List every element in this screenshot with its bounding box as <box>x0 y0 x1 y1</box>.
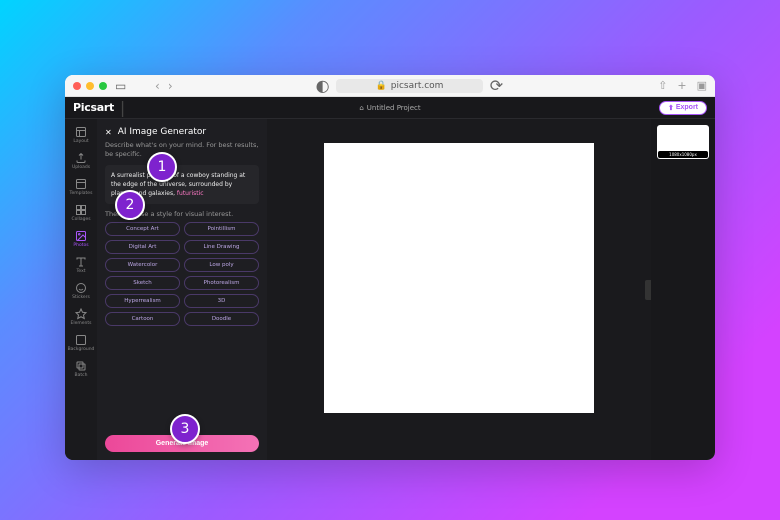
style-low-poly[interactable]: Low poly <box>184 258 259 272</box>
panel-title: AI Image Generator <box>118 127 206 137</box>
style-hyperrealism[interactable]: Hyperrealism <box>105 294 180 308</box>
export-icon: ⬆ <box>668 104 674 112</box>
styles-grid: Concept Art Pointillism Digital Art Line… <box>105 222 259 326</box>
nav-templates[interactable]: Templates <box>67 175 95 199</box>
style-line-drawing[interactable]: Line Drawing <box>184 240 259 254</box>
export-button[interactable]: ⬆ Export <box>659 101 707 115</box>
url-bar[interactable]: 🔒 picsart.com <box>336 79 484 93</box>
nav-text[interactable]: Text <box>67 253 95 277</box>
close-window-button[interactable] <box>73 82 81 90</box>
nav-elements[interactable]: Elements <box>67 305 95 329</box>
preview-rail <box>651 119 715 460</box>
panel-subtitle: Describe what's on your mind. For best r… <box>105 141 259 159</box>
url-text: picsart.com <box>391 81 444 91</box>
artboard-thumbnail[interactable] <box>657 125 709 159</box>
right-expand-handle[interactable] <box>645 280 651 300</box>
ai-generator-panel: ✕ AI Image Generator Describe what's on … <box>97 119 267 460</box>
close-panel-icon[interactable]: ✕ <box>105 128 112 137</box>
share-icon[interactable]: ⇧ <box>658 79 667 92</box>
style-watercolor[interactable]: Watercolor <box>105 258 180 272</box>
browser-titlebar: ▭ ‹ › ◐ 🔒 picsart.com ⟳ ⇧ + ▣ <box>65 75 715 97</box>
minimize-window-button[interactable] <box>86 82 94 90</box>
nav-batch[interactable]: Batch <box>67 357 95 381</box>
annotation-2: 2 <box>115 190 145 220</box>
style-photorealism[interactable]: Photorealism <box>184 276 259 290</box>
project-title[interactable]: ⌂ Untitled Project <box>359 104 420 112</box>
nav-uploads[interactable]: Uploads <box>67 149 95 173</box>
style-3d[interactable]: 3D <box>184 294 259 308</box>
new-tab-icon[interactable]: + <box>677 79 686 92</box>
nav-stickers[interactable]: Stickers <box>67 279 95 303</box>
canvas-area <box>267 119 651 460</box>
annotation-1: 1 <box>147 152 177 182</box>
nav-background[interactable]: Background <box>67 331 95 355</box>
nav-back-icon[interactable]: ‹ <box>155 79 160 93</box>
maximize-window-button[interactable] <box>99 82 107 90</box>
nav-forward-icon[interactable]: › <box>168 79 173 93</box>
style-concept-art[interactable]: Concept Art <box>105 222 180 236</box>
sidebar-toggle-icon[interactable]: ▭ <box>115 79 126 93</box>
home-icon: ⌂ <box>359 104 363 112</box>
tabs-icon[interactable]: ▣ <box>697 79 707 92</box>
logo[interactable]: Picsart <box>73 101 114 114</box>
refresh-icon[interactable]: ⟳ <box>489 79 503 93</box>
annotation-3: 3 <box>170 414 200 444</box>
style-sketch[interactable]: Sketch <box>105 276 180 290</box>
style-digital-art[interactable]: Digital Art <box>105 240 180 254</box>
nav-photos[interactable]: Photos <box>67 227 95 251</box>
canvas[interactable] <box>324 143 594 413</box>
app-bar: Picsart | ⌂ Untitled Project ⬆ Export <box>65 97 715 119</box>
nav-collages[interactable]: Collages <box>67 201 95 225</box>
browser-window: ▭ ‹ › ◐ 🔒 picsart.com ⟳ ⇧ + ▣ Picsart | <box>65 75 715 460</box>
shield-icon[interactable]: ◐ <box>316 79 330 93</box>
style-pointillism[interactable]: Pointillism <box>184 222 259 236</box>
style-cartoon[interactable]: Cartoon <box>105 312 180 326</box>
lock-icon: 🔒 <box>376 81 387 91</box>
style-doodle[interactable]: Doodle <box>184 312 259 326</box>
left-nav-rail: Layout Uploads Templates Collages Photos… <box>65 119 97 460</box>
nav-layout[interactable]: Layout <box>67 123 95 147</box>
